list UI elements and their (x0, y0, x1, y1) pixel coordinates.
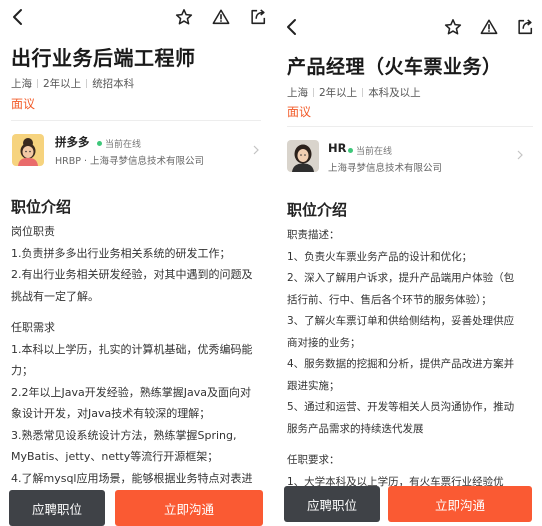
star-icon[interactable] (175, 8, 193, 26)
meta-experience: 2年以上 (43, 78, 82, 90)
job-title: 出行业务后端工程师 (11, 46, 196, 70)
description-line: 岗位职责 (11, 225, 55, 238)
back-icon[interactable] (10, 8, 26, 26)
online-dot-icon (348, 148, 353, 153)
description-line: 5、通过和运营、开发等相关人员沟通协作，推动 (287, 401, 515, 413)
online-status: 当前在线 (97, 137, 141, 150)
report-icon[interactable] (480, 18, 498, 36)
meta-experience: 2年以上 (319, 87, 358, 99)
description-line: 2、深入了解用户诉求，提升产品端用户体验（包 (287, 272, 515, 284)
meta-location: 上海 (11, 78, 32, 90)
description-line: 商对接的业务； (287, 336, 361, 349)
report-icon[interactable] (212, 8, 230, 26)
share-icon[interactable] (516, 18, 534, 36)
back-icon[interactable] (284, 18, 300, 36)
chevron-right-icon (253, 145, 259, 155)
chat-button[interactable]: 立即沟通 (388, 486, 532, 522)
description-line: 象设计开发，对Java技术有较深的理解； (11, 407, 211, 420)
online-status: 当前在线 (348, 144, 392, 157)
star-icon[interactable] (444, 18, 462, 36)
description-line: 1、负责火车票业务产品的设计和优化； (287, 250, 473, 263)
description-line: 任职需求 (11, 321, 55, 334)
description-line: 3.熟悉常见设系统设计方法，熟练掌握Spring, (11, 428, 237, 442)
description-line (287, 440, 539, 450)
job-meta: 上海 2年以上 统招本科 (11, 76, 134, 91)
description-line: 任职要求： (287, 454, 340, 466)
chat-button[interactable]: 立即沟通 (115, 490, 263, 526)
online-dot-icon (97, 141, 102, 146)
section-title: 职位介绍 (287, 201, 348, 219)
description-line: 跟进实施； (287, 379, 340, 392)
job-title: 产品经理（火车票业务） (287, 56, 502, 78)
meta-education: 本科及以上 (368, 87, 421, 99)
job-description: 职责描述： 1、负责火车票业务产品的设计和优化； 2、深入了解用户诉求，提升产品… (287, 225, 539, 493)
description-line: 括行前、行中、售后各个环节的服务体验）； (287, 293, 492, 306)
meta-separator (37, 79, 38, 88)
description-line: 挑战有一定了解。 (11, 289, 99, 303)
description-line: 1.负责拼多多出行业务相关系统的研发工作； (11, 246, 231, 260)
description-line: 2.2年以上Java开发经验，熟练掌握Java及面向对 (11, 385, 251, 399)
meta-separator (313, 88, 314, 97)
description-line: 1.本科以上学历，扎实的计算机基础，优秀编码能 (11, 342, 253, 356)
recruiter-company: 上海寻梦信息技术有限公司 (328, 163, 443, 174)
avatar (287, 140, 319, 172)
description-line: 3、了解火车票订单和供给侧结构，妥善处理供应 (287, 315, 515, 327)
section-title: 职位介绍 (11, 198, 72, 216)
description-line: 4.了解mysql应用场景，能够根据业务特点对表进 (11, 471, 253, 485)
screenshot-stage: 出行业务后端工程师 上海 2年以上 统招本科 面议 拼多多 当前在线 HRBP … (0, 0, 542, 526)
recruiter-name: HR (328, 141, 347, 155)
share-icon[interactable] (249, 8, 267, 26)
meta-location: 上海 (287, 87, 308, 99)
avatar (12, 134, 44, 166)
job-detail-right: 产品经理（火车票业务） 上海 2年以上 本科及以上 面议 HR 当前在线 上海寻… (276, 0, 542, 526)
chevron-right-icon (517, 150, 523, 160)
meta-separator (362, 88, 364, 97)
description-line: 职责描述： (287, 229, 340, 241)
description-line: 2.有出行业务相关研发经验，对其中遇到的问题及 (11, 268, 253, 281)
description-line: 服务产品需求的持续迭代发展 (287, 422, 424, 435)
salary: 面议 (287, 105, 312, 119)
description-line: MyBatis、jetty、netty等流行开源框架； (11, 450, 219, 463)
meta-separator (86, 79, 88, 88)
apply-button[interactable]: 应聘职位 (284, 486, 380, 522)
divider (287, 126, 533, 127)
job-detail-left: 出行业务后端工程师 上海 2年以上 统招本科 面议 拼多多 当前在线 HRBP … (0, 0, 270, 526)
online-status-text: 当前在线 (105, 140, 142, 150)
job-meta: 上海 2年以上 本科及以上 (287, 85, 421, 100)
salary: 面议 (11, 97, 36, 111)
recruiter-name: 拼多多 (55, 135, 90, 149)
job-description: 岗位职责 1.负责拼多多出行业务相关系统的研发工作； 2.有出行业务相关研发经验… (11, 221, 266, 489)
nav-bar (0, 4, 270, 32)
apply-button[interactable]: 应聘职位 (9, 490, 105, 526)
description-line: 4、服务数据的挖掘和分析，提供产品改进方案并 (287, 358, 515, 370)
meta-education: 统招本科 (92, 78, 135, 90)
description-line (11, 307, 266, 317)
divider (11, 120, 261, 121)
description-line: 力； (11, 364, 33, 377)
recruiter-company: HRBP · 上海寻梦信息技术有限公司 (55, 156, 205, 167)
nav-bar (276, 14, 542, 42)
online-status-text: 当前在线 (356, 147, 393, 157)
